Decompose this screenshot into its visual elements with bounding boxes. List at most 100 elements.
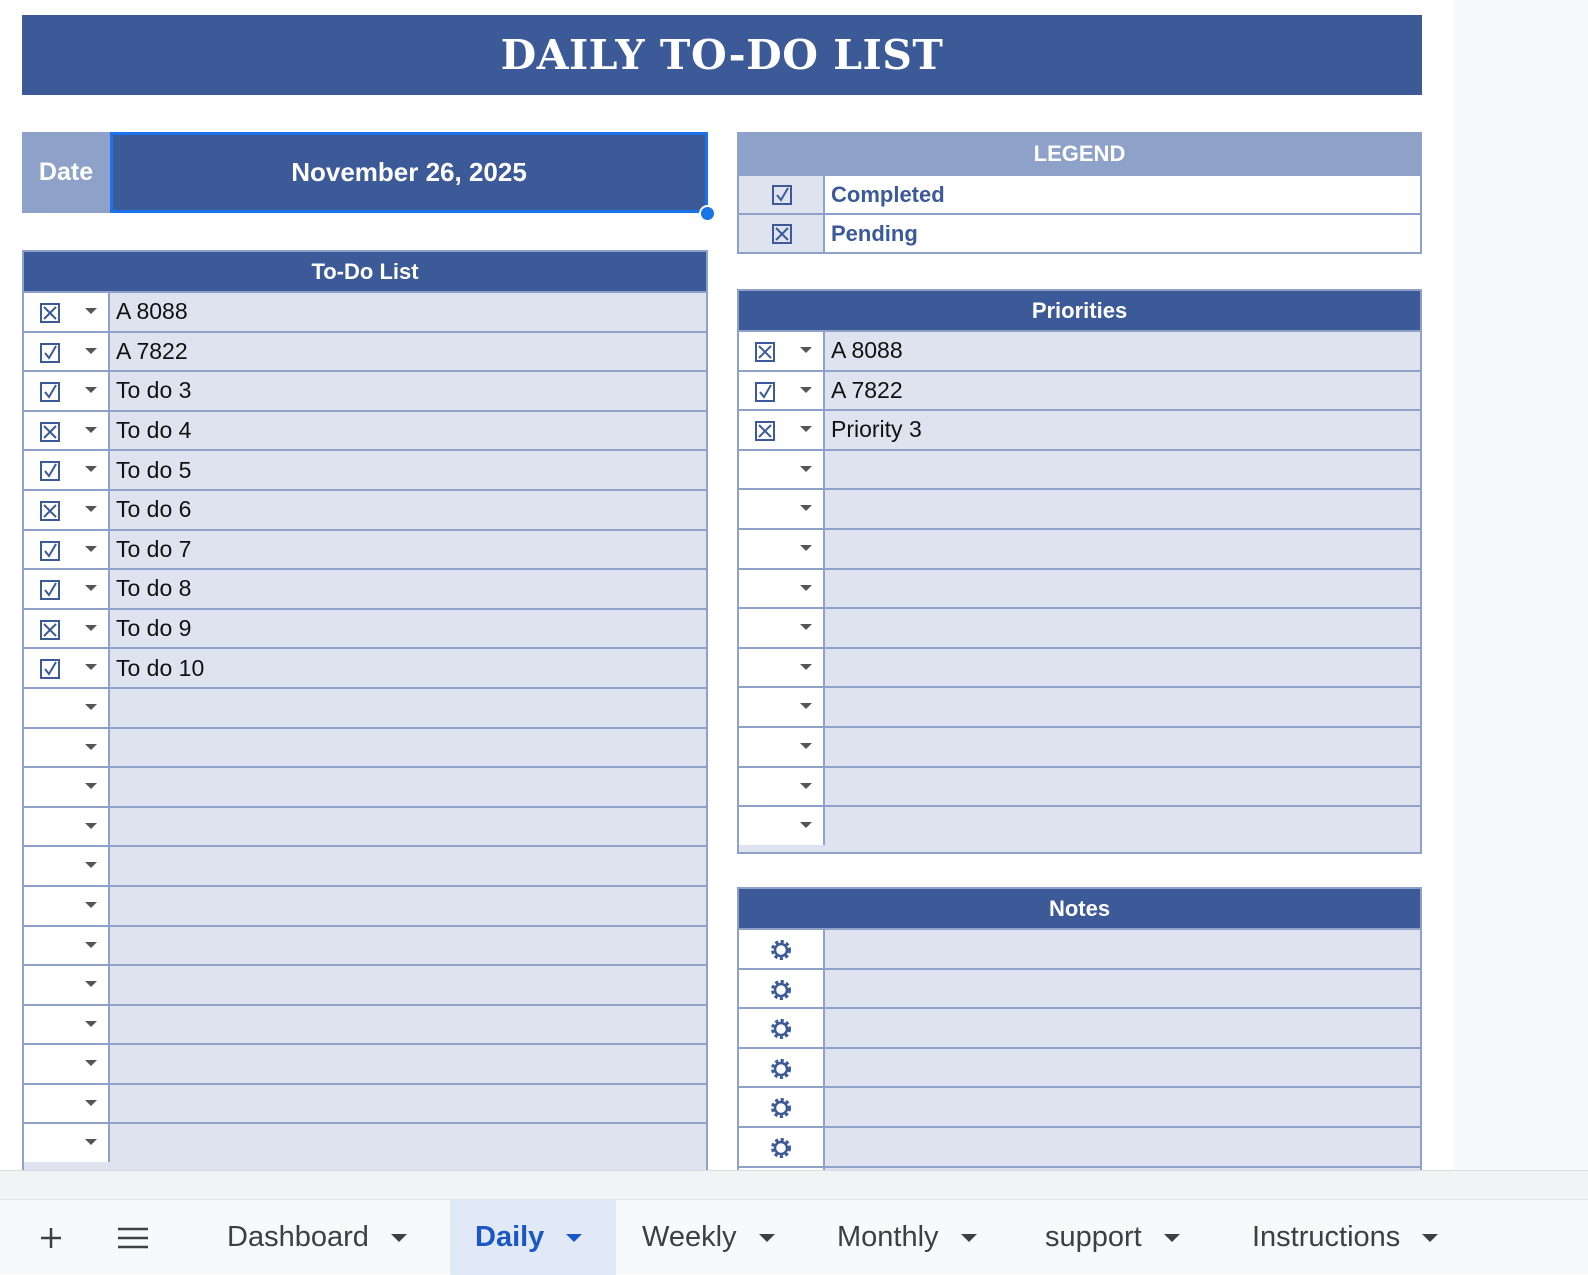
dropdown-arrow-icon[interactable] [85, 505, 97, 512]
todo-text-cell[interactable] [110, 1045, 706, 1083]
dropdown-arrow-icon[interactable] [800, 624, 812, 631]
status-cell[interactable] [739, 450, 825, 489]
todo-text-cell[interactable] [110, 1006, 706, 1044]
todo-text-cell[interactable] [110, 927, 706, 965]
todo-text-cell[interactable] [110, 689, 706, 727]
todo-row[interactable] [24, 1043, 706, 1083]
todo-row[interactable]: A 7822 [24, 330, 706, 371]
dropdown-arrow-icon[interactable] [85, 624, 97, 631]
todo-row[interactable] [24, 1003, 706, 1044]
dropdown-arrow-icon[interactable] [85, 862, 97, 869]
priority-text-cell[interactable]: Priority 3 [825, 411, 1420, 449]
priority-text-cell[interactable] [825, 768, 1420, 806]
notes-text-cell[interactable] [825, 1009, 1420, 1047]
priority-row[interactable] [739, 567, 1420, 608]
status-cell[interactable] [24, 966, 110, 1004]
priority-text-cell[interactable] [825, 570, 1420, 608]
todo-row[interactable]: To do 4 [24, 409, 706, 450]
todo-row[interactable]: To do 5 [24, 449, 706, 489]
status-cell[interactable] [739, 969, 825, 1008]
priority-text-cell[interactable] [825, 451, 1420, 489]
priority-row[interactable] [739, 448, 1420, 489]
status-cell[interactable] [24, 847, 110, 885]
todo-text-cell[interactable]: To do 7 [110, 531, 706, 569]
todo-text-cell[interactable]: To do 6 [110, 491, 706, 529]
status-cell[interactable] [739, 529, 825, 568]
status-cell[interactable] [24, 411, 110, 450]
status-cell[interactable] [739, 411, 825, 449]
status-cell[interactable] [24, 530, 110, 569]
status-cell[interactable] [24, 649, 110, 687]
legend-header[interactable]: LEGEND [739, 134, 1420, 174]
status-cell[interactable] [739, 569, 825, 608]
dropdown-arrow-icon[interactable] [85, 585, 97, 592]
todo-row[interactable] [24, 964, 706, 1004]
todo-row[interactable] [24, 766, 706, 806]
notes-row[interactable] [739, 1125, 1420, 1166]
dropdown-arrow-icon[interactable] [85, 347, 97, 354]
sheet-tab-weekly[interactable]: Weekly [620, 1200, 797, 1275]
priority-row[interactable] [739, 765, 1420, 806]
priority-text-cell[interactable] [825, 688, 1420, 726]
status-cell[interactable] [739, 688, 825, 726]
todo-row[interactable] [24, 686, 706, 727]
status-cell[interactable] [24, 570, 110, 608]
status-cell[interactable] [739, 930, 825, 968]
notes-text-cell[interactable] [825, 1049, 1420, 1087]
status-cell[interactable] [24, 1045, 110, 1083]
status-cell[interactable] [739, 767, 825, 806]
dropdown-arrow-icon[interactable] [85, 426, 97, 433]
status-cell[interactable] [24, 332, 110, 371]
priority-text-cell[interactable] [825, 807, 1420, 845]
sheet-tab-monthly[interactable]: Monthly [815, 1200, 999, 1275]
todo-text-cell[interactable] [110, 729, 706, 767]
chevron-down-icon[interactable] [758, 1233, 775, 1242]
todo-row[interactable]: To do 6 [24, 488, 706, 529]
date-label-cell[interactable]: Date [22, 132, 110, 213]
selection-fill-handle[interactable] [699, 205, 716, 222]
todo-row[interactable] [24, 845, 706, 885]
status-cell[interactable] [24, 1124, 110, 1163]
notes-row[interactable] [739, 928, 1420, 968]
todo-text-cell[interactable] [110, 966, 706, 1004]
legend-icon-cell[interactable] [739, 215, 825, 252]
status-cell[interactable] [24, 609, 110, 648]
dropdown-arrow-icon[interactable] [800, 465, 812, 472]
legend-icon-cell[interactable] [739, 176, 825, 213]
priority-text-cell[interactable]: A 8088 [825, 332, 1420, 370]
status-cell[interactable] [739, 609, 825, 647]
dropdown-arrow-icon[interactable] [85, 1139, 97, 1146]
todo-row[interactable]: To do 10 [24, 647, 706, 687]
chevron-down-icon[interactable] [390, 1233, 407, 1242]
notes-text-cell[interactable] [825, 930, 1420, 968]
dropdown-arrow-icon[interactable] [85, 545, 97, 552]
notes-row[interactable] [739, 1007, 1420, 1047]
priority-text-cell[interactable] [825, 609, 1420, 647]
status-cell[interactable] [24, 807, 110, 846]
add-sheet-button[interactable] [36, 1200, 66, 1275]
sheet-tab-dashboard[interactable]: Dashboard [205, 1200, 429, 1275]
priority-row[interactable]: Priority 3 [739, 409, 1420, 449]
dropdown-arrow-icon[interactable] [85, 783, 97, 790]
status-cell[interactable] [24, 1005, 110, 1044]
todo-text-cell[interactable]: A 8088 [110, 293, 706, 331]
status-cell[interactable] [24, 293, 110, 331]
dropdown-arrow-icon[interactable] [85, 743, 97, 750]
sheet-tab-instructions[interactable]: Instructions [1230, 1200, 1460, 1275]
todo-row[interactable] [24, 924, 706, 965]
priority-row[interactable] [739, 686, 1420, 726]
dropdown-arrow-icon[interactable] [85, 387, 97, 394]
todo-text-cell[interactable] [110, 808, 706, 846]
notes-row[interactable] [739, 967, 1420, 1008]
todo-text-cell[interactable]: To do 3 [110, 372, 706, 410]
status-cell[interactable] [739, 371, 825, 410]
legend-row-pending[interactable]: Pending [739, 213, 1420, 252]
spreadsheet-grid[interactable]: DAILY TO-DO LIST Date November 26, 2025 … [0, 0, 1588, 1170]
status-cell[interactable] [739, 807, 825, 845]
empty-column-area[interactable] [1453, 0, 1588, 1170]
status-cell[interactable] [24, 768, 110, 806]
todo-text-cell[interactable]: A 7822 [110, 333, 706, 371]
priority-row[interactable]: A 8088 [739, 330, 1420, 370]
dropdown-arrow-icon[interactable] [800, 347, 812, 353]
dropdown-arrow-icon[interactable] [800, 426, 812, 433]
